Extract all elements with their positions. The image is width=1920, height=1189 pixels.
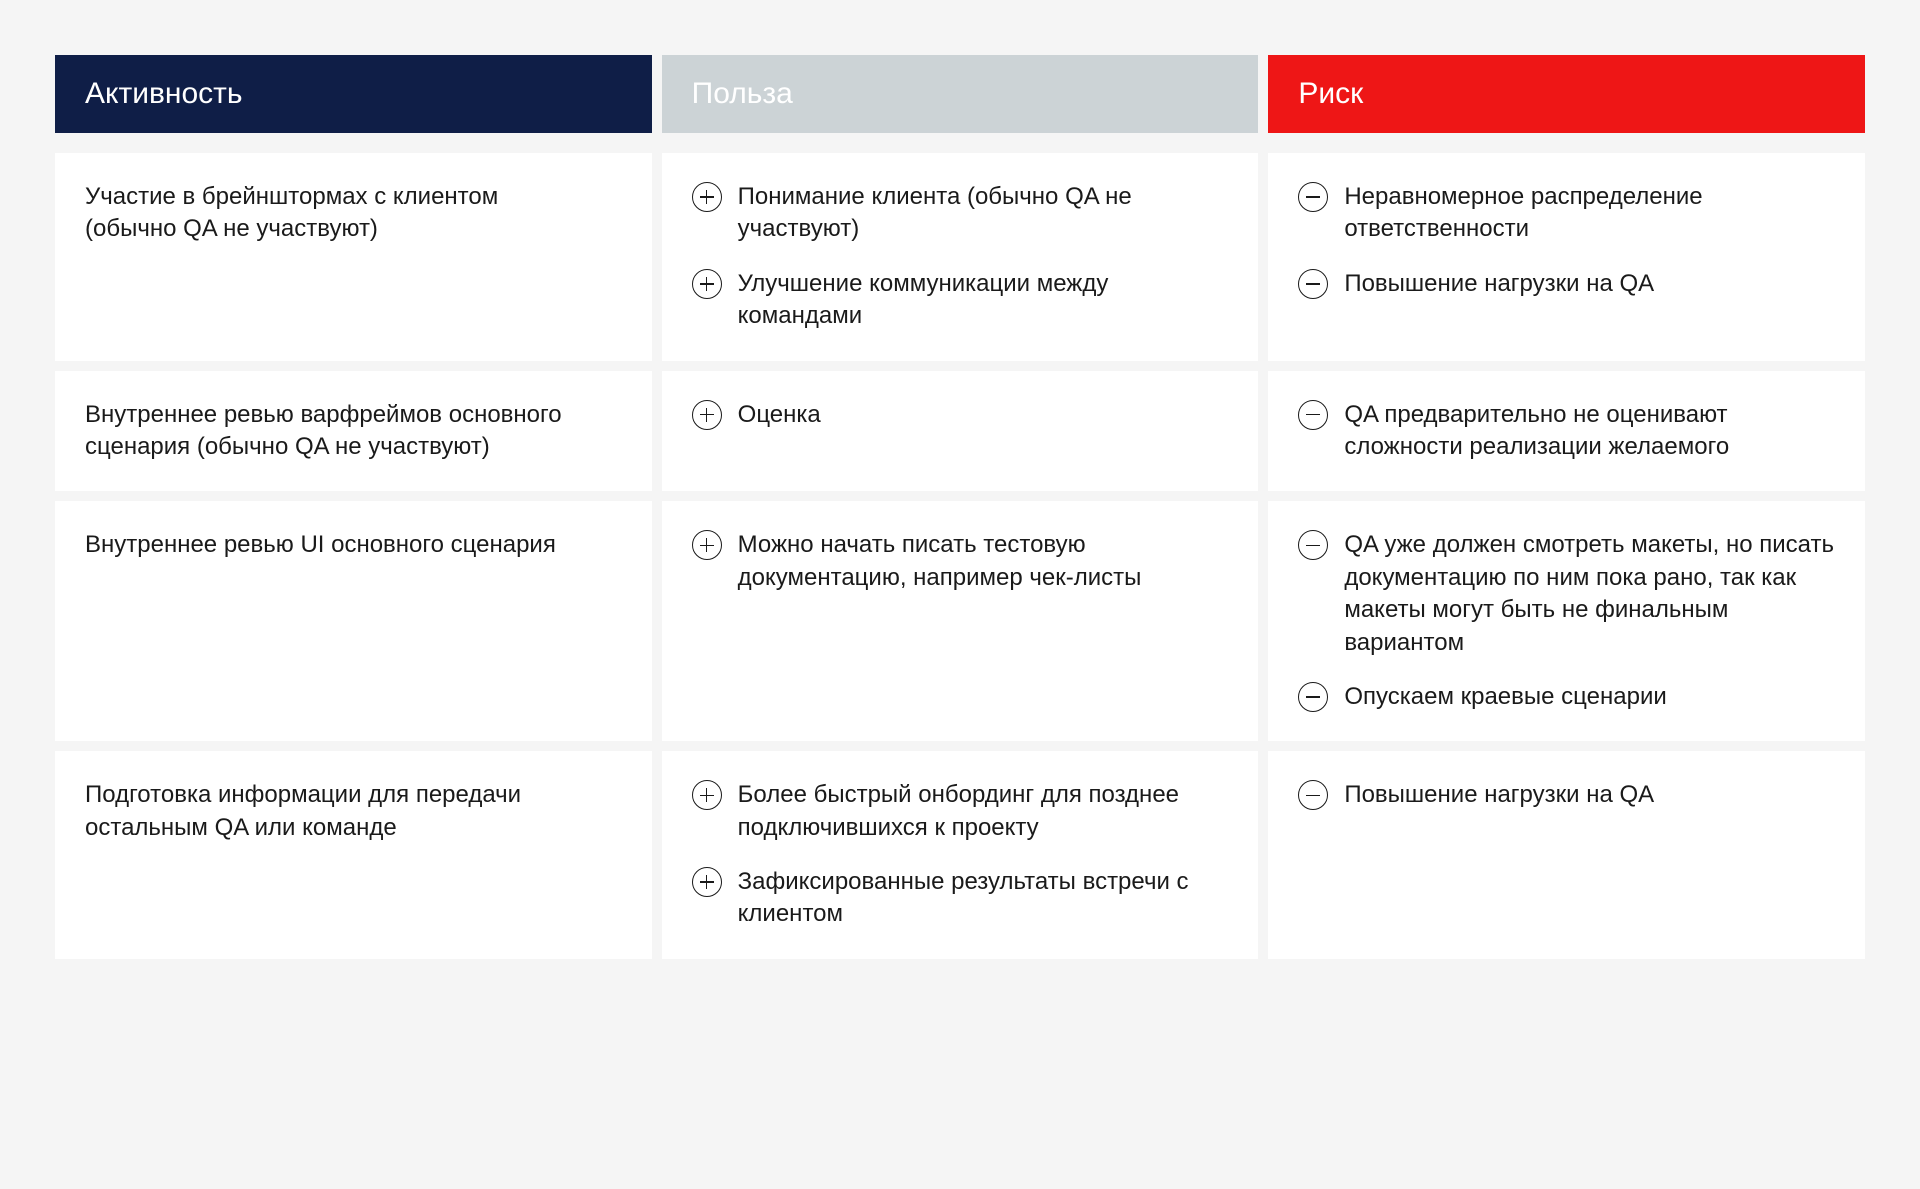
- risk-text: Опускаем краевые сценарии: [1344, 681, 1835, 713]
- benefit-cell: Можно начать писать тестовую документаци…: [662, 501, 1259, 741]
- benefit-list: Можно начать писать тестовую документаци…: [692, 529, 1229, 594]
- list-item: QA уже должен смотреть макеты, но писать…: [1298, 529, 1835, 659]
- risk-text: QA уже должен смотреть макеты, но писать…: [1344, 529, 1835, 659]
- minus-icon: [1298, 269, 1328, 299]
- header-benefit: Польза: [662, 55, 1259, 133]
- activity-text: Участие в брейнштормах с клиентом (обычн…: [85, 181, 595, 246]
- activity-text: Внутреннее ревью варфреймов основного сц…: [85, 399, 595, 464]
- risk-cell: Неравномерное распределение ответственно…: [1268, 153, 1865, 361]
- benefit-text: Оценка: [738, 399, 1229, 431]
- risk-list: Неравномерное распределение ответственно…: [1298, 181, 1835, 300]
- benefit-list: Более быстрый онбординг для позднее подк…: [692, 779, 1229, 931]
- benefit-cell: Понимание клиента (обычно QA не участвую…: [662, 153, 1259, 361]
- activity-cell: Внутреннее ревью UI основного сценария: [55, 501, 652, 741]
- plus-icon: [692, 780, 722, 810]
- list-item: Можно начать писать тестовую документаци…: [692, 529, 1229, 594]
- list-item: Опускаем краевые сценарии: [1298, 681, 1835, 713]
- benefit-text: Улучшение коммуникации между командами: [738, 268, 1229, 333]
- risk-list: QA предварительно не оценивают сложности…: [1298, 399, 1835, 464]
- benefit-text: Зафиксированные результаты встречи с кли…: [738, 866, 1229, 931]
- activity-text: Подготовка информации для передачи остал…: [85, 779, 595, 844]
- benefit-cell: Оценка: [662, 371, 1259, 492]
- list-item: Понимание клиента (обычно QA не участвую…: [692, 181, 1229, 246]
- comparison-table: Активность Польза Риск Участие в брейншт…: [55, 55, 1865, 959]
- benefit-list: Оценка: [692, 399, 1229, 431]
- plus-icon: [692, 269, 722, 299]
- list-item: Неравномерное распределение ответственно…: [1298, 181, 1835, 246]
- list-item: Зафиксированные результаты встречи с кли…: [692, 866, 1229, 931]
- risk-cell: QA предварительно не оценивают сложности…: [1268, 371, 1865, 492]
- plus-icon: [692, 530, 722, 560]
- list-item: QA предварительно не оценивают сложности…: [1298, 399, 1835, 464]
- list-item: Более быстрый онбординг для позднее подк…: [692, 779, 1229, 844]
- list-item: Улучшение коммуникации между командами: [692, 268, 1229, 333]
- list-item: Оценка: [692, 399, 1229, 431]
- plus-icon: [692, 182, 722, 212]
- header-activity: Активность: [55, 55, 652, 133]
- activity-cell: Подготовка информации для передачи остал…: [55, 751, 652, 959]
- risk-list: QA уже должен смотреть макеты, но писать…: [1298, 529, 1835, 713]
- benefit-text: Можно начать писать тестовую документаци…: [738, 529, 1229, 594]
- activity-cell: Участие в брейнштормах с клиентом (обычн…: [55, 153, 652, 361]
- minus-icon: [1298, 780, 1328, 810]
- benefit-text: Понимание клиента (обычно QA не участвую…: [738, 181, 1229, 246]
- list-item: Повышение нагрузки на QA: [1298, 779, 1835, 811]
- risk-list: Повышение нагрузки на QA: [1298, 779, 1835, 811]
- benefit-list: Понимание клиента (обычно QA не участвую…: [692, 181, 1229, 333]
- risk-text: Неравномерное распределение ответственно…: [1344, 181, 1835, 246]
- header-risk: Риск: [1268, 55, 1865, 133]
- risk-cell: QA уже должен смотреть макеты, но писать…: [1268, 501, 1865, 741]
- benefit-cell: Более быстрый онбординг для позднее подк…: [662, 751, 1259, 959]
- risk-text: QA предварительно не оценивают сложности…: [1344, 399, 1835, 464]
- risk-text: Повышение нагрузки на QA: [1344, 779, 1835, 811]
- minus-icon: [1298, 530, 1328, 560]
- activity-cell: Внутреннее ревью варфреймов основного сц…: [55, 371, 652, 492]
- minus-icon: [1298, 182, 1328, 212]
- list-item: Повышение нагрузки на QA: [1298, 268, 1835, 300]
- plus-icon: [692, 867, 722, 897]
- risk-text: Повышение нагрузки на QA: [1344, 268, 1835, 300]
- risk-cell: Повышение нагрузки на QA: [1268, 751, 1865, 959]
- minus-icon: [1298, 682, 1328, 712]
- minus-icon: [1298, 400, 1328, 430]
- benefit-text: Более быстрый онбординг для позднее подк…: [738, 779, 1229, 844]
- plus-icon: [692, 400, 722, 430]
- activity-text: Внутреннее ревью UI основного сценария: [85, 529, 595, 561]
